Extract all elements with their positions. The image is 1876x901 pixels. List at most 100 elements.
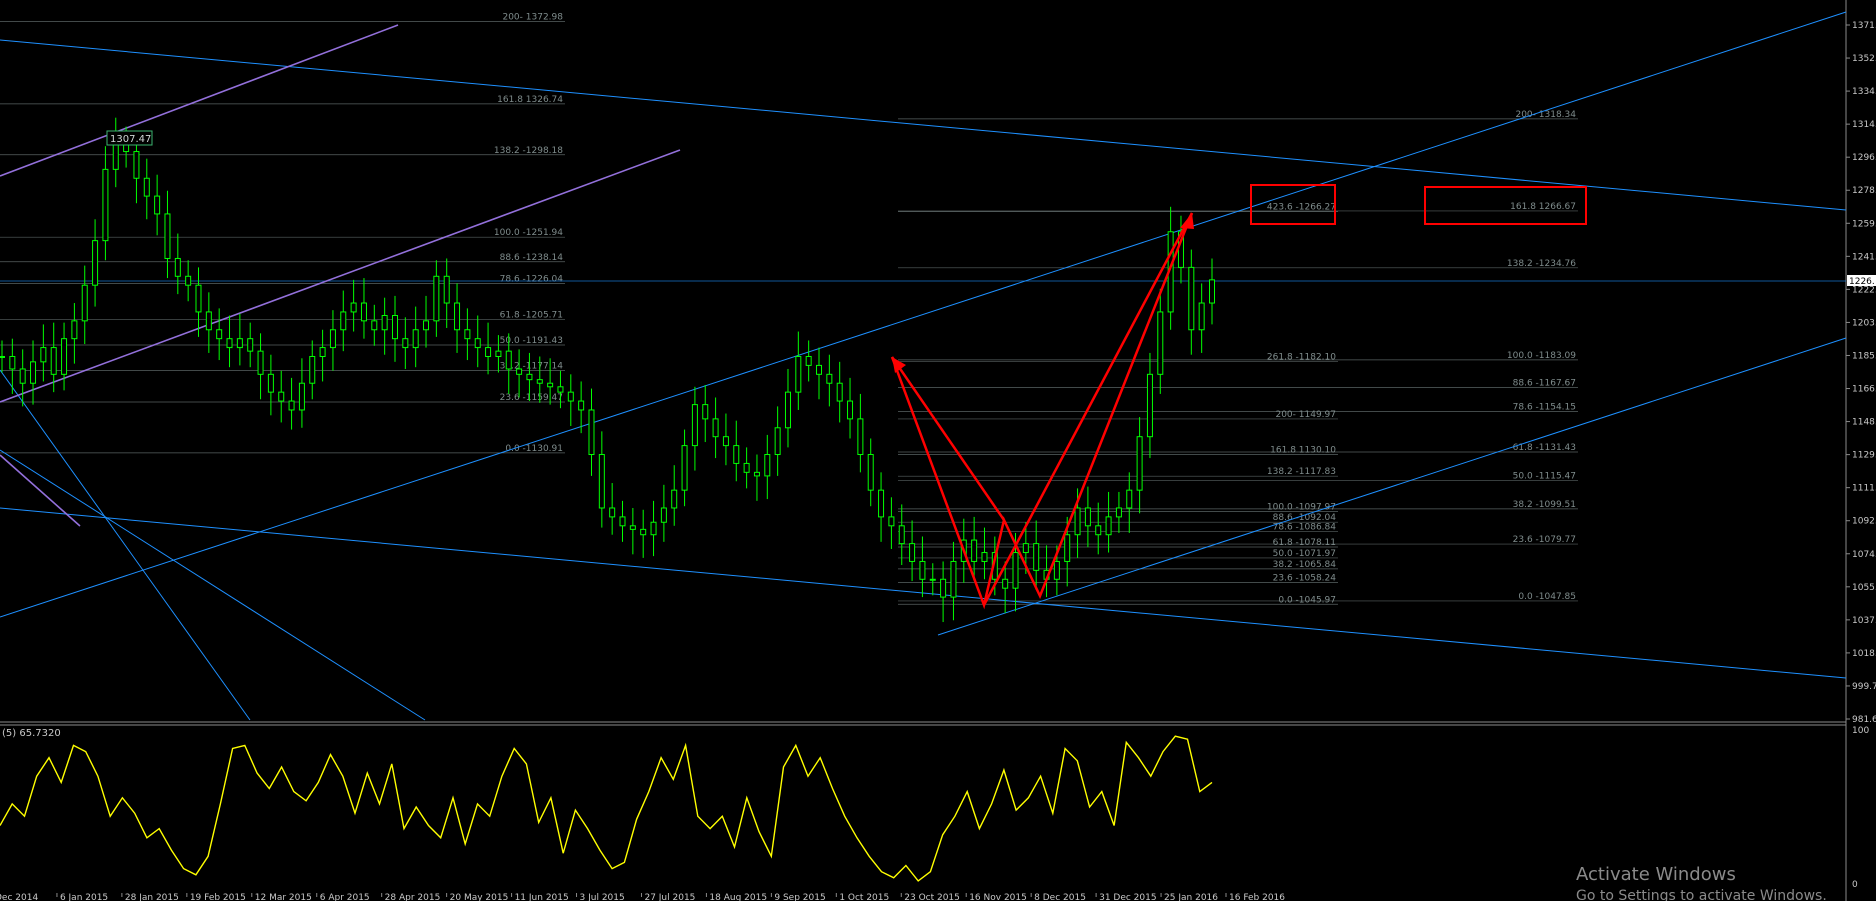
x-tick-label: 18 Aug 2015 [709, 893, 767, 901]
candle-body [216, 329, 223, 340]
fib-right-label: 88.6 -1167.67 [1513, 378, 1576, 388]
candle-body [526, 373, 533, 381]
candle-body [81, 284, 88, 322]
candle-body [340, 311, 347, 331]
candle-body [61, 338, 68, 375]
x-tick-label: 3 Jul 2015 [580, 893, 625, 901]
candle-body [578, 400, 585, 411]
x-tick-label: 6 Apr 2015 [320, 893, 370, 901]
current-price-text: 1226. [1849, 277, 1875, 287]
fib-left-label: 200- 1372.98 [502, 12, 563, 22]
candle-body [1064, 534, 1071, 562]
y-tick-label: 1111. [1852, 484, 1876, 494]
fib-left-label: 161.8 1326.74 [497, 95, 563, 105]
candle-body [9, 355, 16, 370]
fib-right-label: 161.8 1266.67 [1510, 202, 1576, 212]
candle-body [702, 404, 709, 420]
fib-right-label: 61.8 -1131.43 [1513, 443, 1576, 453]
candle-body [857, 418, 864, 456]
y-tick-label: 1314. [1852, 120, 1876, 130]
candle-body [629, 525, 636, 530]
candle-body [836, 382, 843, 402]
candle-body [1105, 516, 1112, 536]
x-tick-label: 16 Feb 2016 [1229, 893, 1285, 901]
candle-body [1033, 543, 1040, 571]
candle-body [516, 368, 523, 375]
fib-right-label: 138.2 -1234.76 [1507, 259, 1576, 269]
candle-body [1002, 578, 1009, 589]
candle-body [143, 177, 150, 197]
activation-watermark-title: Activate Windows [1576, 864, 1736, 885]
y-tick-label: 1296. [1852, 153, 1876, 163]
candle-body [1084, 507, 1091, 527]
candle-body [919, 560, 926, 580]
fib-right-label: 23.6 -1079.77 [1513, 535, 1576, 545]
candle-body [547, 382, 554, 388]
fib-right-label: 200- 1318.34 [1515, 110, 1576, 120]
candle-body [878, 489, 885, 518]
candle-body [681, 445, 688, 491]
x-tick-label: Dec 2014 [0, 893, 38, 901]
candle-body [329, 329, 336, 349]
fib-mid-label: 138.2 -1117.83 [1267, 467, 1336, 477]
candle-body [609, 507, 616, 518]
x-tick-label: 1 Oct 2015 [839, 893, 889, 901]
candle-body [412, 329, 419, 349]
y-tick-label: 1371. [1852, 21, 1876, 31]
candle-body [371, 320, 378, 331]
candle-body [102, 168, 109, 242]
candle-body [981, 552, 988, 562]
candle-body [722, 436, 729, 447]
candle-body [909, 543, 916, 562]
candle-body [1157, 311, 1164, 375]
candle-body [485, 347, 492, 357]
y-tick-label: 1055. [1852, 583, 1876, 593]
candle-body [733, 445, 740, 464]
x-tick-label: 11 Jun 2015 [515, 893, 569, 901]
fib-mid-label: 100.0 -1097.97 [1267, 503, 1336, 513]
candle-body [1126, 489, 1133, 509]
candle-body [133, 151, 140, 179]
candle-body [805, 355, 812, 366]
activation-watermark-subtitle: Go to Settings to activate Windows. [1576, 888, 1827, 901]
candle-body [691, 404, 698, 447]
x-tick-label: 27 Jul 2015 [644, 893, 695, 901]
candle-body [247, 338, 254, 352]
candle-body [1209, 279, 1215, 304]
candle-body [650, 521, 657, 536]
fib-mid-label: 23.6 -1058.24 [1273, 573, 1337, 583]
candle-body [205, 311, 212, 331]
fib-mid-label: 78.6 -1086.84 [1273, 522, 1337, 532]
fib-mid-label: 0.0 -1045.97 [1278, 595, 1336, 605]
x-tick-label: 31 Dec 2015 [1099, 893, 1157, 901]
fib-left-label: 100.0 -1251.94 [494, 228, 563, 238]
y-tick-label: 1334. [1852, 87, 1876, 97]
fib-right-label: 100.0 -1183.09 [1507, 351, 1576, 361]
candle-body [267, 373, 274, 393]
y-tick-label: 1278. [1852, 186, 1876, 196]
fib-right-label: 50.0 -1115.47 [1513, 471, 1576, 481]
candle-body [660, 507, 667, 523]
candle-body [898, 525, 905, 545]
y-tick-label: 1148. [1852, 418, 1876, 428]
y-tick-label: 1129. [1852, 451, 1876, 461]
candle-body [588, 409, 595, 456]
y-tick-label: 1185. [1852, 351, 1876, 361]
candle-body [319, 347, 326, 357]
candle-body [826, 373, 833, 384]
candle-body [19, 368, 26, 384]
candle-body [598, 454, 605, 509]
candle-body [71, 320, 78, 340]
candle-body [495, 350, 502, 357]
candle-body [1136, 436, 1143, 491]
x-tick-label: 9 Sep 2015 [774, 893, 825, 901]
candle-body [226, 338, 233, 349]
indicator-label: (5) 65.7320 [2, 728, 61, 739]
y-tick-label: 999.7 [1852, 682, 1876, 692]
candle-body [454, 302, 461, 331]
y-tick-label: 1166. [1852, 385, 1876, 395]
candle-body [164, 213, 171, 259]
y-tick-label: 1074. [1852, 550, 1876, 560]
candle-body [40, 347, 47, 363]
candle-body [309, 355, 316, 384]
